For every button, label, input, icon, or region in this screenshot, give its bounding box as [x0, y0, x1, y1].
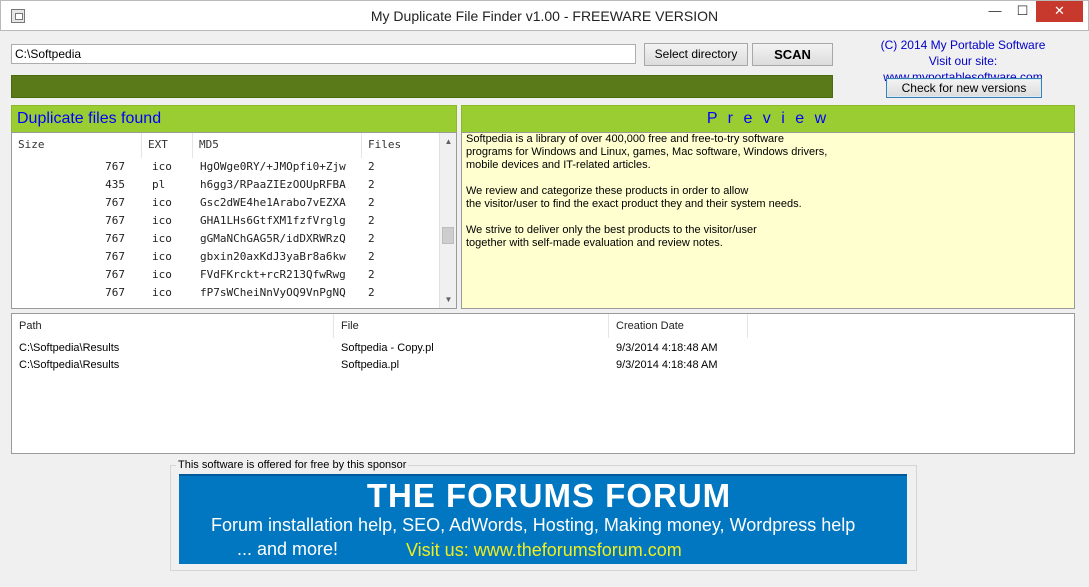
preview-line: mobile devices and IT-related articles.: [466, 159, 651, 171]
cell-md5: HgOWge0RY/+JMOpfi0+Zjw: [200, 160, 346, 173]
column-header-path[interactable]: Path: [12, 314, 334, 338]
duplicates-panel-title: Duplicate files found: [11, 105, 457, 132]
cell-size: 767: [105, 214, 125, 227]
cell-files: 2: [368, 214, 375, 227]
cell-size: 767: [105, 286, 125, 299]
duplicate-row[interactable]: 767 ico gbxin20axKdJ3yaBr8a6kw 2: [12, 248, 438, 266]
scroll-up-arrow-icon[interactable]: ▲: [440, 133, 456, 150]
cell-md5: Gsc2dWE4he1Arabo7vEZXA: [200, 196, 346, 209]
preview-line: We strive to deliver only the best produ…: [466, 224, 757, 236]
duplicates-scrollbar[interactable]: ▲ ▼: [439, 133, 456, 308]
column-header-file[interactable]: File: [334, 314, 609, 338]
preview-line: We review and categorize these products …: [466, 185, 749, 197]
cell-date: 9/3/2014 4:18:48 AM: [616, 359, 718, 371]
preview-line: [466, 172, 1070, 185]
preview-line: [466, 211, 1070, 224]
duplicates-list[interactable]: Size EXT MD5 Files 767 ico HgOWge0RY/+JM…: [11, 132, 457, 309]
preview-line: the visitor/user to find the exact produ…: [466, 198, 802, 210]
preview-line: together with self-made evaluation and r…: [466, 237, 723, 249]
cell-size: 767: [105, 196, 125, 209]
cell-md5: gbxin20axKdJ3yaBr8a6kw: [200, 250, 346, 263]
cell-path: C:\Softpedia\Results: [19, 342, 120, 354]
cell-ext: ico: [152, 214, 172, 227]
cell-files: 2: [368, 160, 375, 173]
cell-files: 2: [368, 196, 375, 209]
file-locations-list[interactable]: Path File Creation Date C:\Softpedia\Res…: [11, 313, 1075, 454]
cell-files: 2: [368, 178, 375, 191]
cell-size: 767: [105, 160, 125, 173]
minimize-button[interactable]: —: [981, 1, 1009, 22]
cell-ext: ico: [152, 286, 172, 299]
cell-ext: ico: [152, 232, 172, 245]
close-button[interactable]: ✕: [1036, 1, 1083, 22]
scan-progress-bar: [11, 75, 833, 98]
directory-input[interactable]: [11, 44, 636, 64]
column-header-creation-date[interactable]: Creation Date: [609, 314, 748, 338]
column-header-files[interactable]: Files: [362, 133, 440, 158]
cell-file: Softpedia.pl: [341, 359, 400, 371]
cell-ext: ico: [152, 250, 172, 263]
check-new-versions-button[interactable]: Check for new versions: [886, 78, 1042, 98]
cell-md5: h6gg3/RPaaZIEzOOUpRFBA: [200, 178, 346, 191]
duplicate-row[interactable]: 767 ico fP7sWCheiNnVyOQ9VnPgNQ 2: [12, 284, 438, 302]
duplicate-row[interactable]: 767 ico Gsc2dWE4he1Arabo7vEZXA 2: [12, 194, 438, 212]
scrollbar-thumb[interactable]: [442, 227, 454, 244]
duplicate-row[interactable]: 767 ico FVdFKrckt+rcR213QfwRwg 2: [12, 266, 438, 284]
banner-title: THE FORUMS FORUM: [366, 477, 732, 514]
title-bar: My Duplicate File Finder v1.00 - FREEWAR…: [0, 0, 1089, 31]
cell-path: C:\Softpedia\Results: [19, 359, 120, 371]
column-header-ext[interactable]: EXT: [142, 133, 193, 158]
banner-tagline: Forum installation help, SEO, AdWords, H…: [211, 515, 856, 535]
cell-md5: FVdFKrckt+rcR213QfwRwg: [200, 268, 346, 281]
cell-ext: ico: [152, 268, 172, 281]
cell-md5: gGMaNChGAG5R/idDXRWRzQ: [200, 232, 346, 245]
duplicate-row[interactable]: 435 pl h6gg3/RPaaZIEzOOUpRFBA 2: [12, 176, 438, 194]
cell-ext: ico: [152, 196, 172, 209]
duplicate-row[interactable]: 767 ico gGMaNChGAG5R/idDXRWRzQ 2: [12, 230, 438, 248]
cell-md5: fP7sWCheiNnVyOQ9VnPgNQ: [200, 286, 346, 299]
preview-panel-title: P r e v i e w: [461, 105, 1075, 132]
cell-ext: pl: [152, 178, 166, 191]
sponsor-legend: This software is offered for free by thi…: [176, 459, 409, 471]
column-header-size[interactable]: Size: [12, 133, 142, 158]
scroll-down-arrow-icon[interactable]: ▼: [440, 291, 456, 308]
cell-size: 767: [105, 268, 125, 281]
cell-md5: GHA1LHs6GtfXM1fzfVrglg: [200, 214, 346, 227]
window-title: My Duplicate File Finder v1.00 - FREEWAR…: [370, 8, 719, 24]
cell-files: 2: [368, 268, 375, 281]
duplicate-row[interactable]: 767 ico GHA1LHs6GtfXM1fzfVrglg 2: [12, 212, 438, 230]
cell-size: 435: [105, 178, 125, 191]
copyright-text: (C) 2014 My Portable Software: [880, 38, 1046, 52]
column-header-md5[interactable]: MD5: [193, 133, 362, 158]
cell-file: Softpedia - Copy.pl: [341, 342, 434, 354]
scan-button[interactable]: SCAN: [752, 43, 833, 66]
preview-line: Softpedia is a library of over 400,000 f…: [466, 133, 784, 145]
cell-size: 767: [105, 250, 125, 263]
file-row[interactable]: C:\Softpedia\Results Softpedia.pl 9/3/20…: [12, 358, 812, 375]
cell-files: 2: [368, 232, 375, 245]
maximize-button[interactable]: ☐: [1009, 1, 1036, 22]
banner-more: ... and more!: [237, 539, 339, 559]
duplicate-row[interactable]: 767 ico HgOWge0RY/+JMOpfi0+Zjw 2: [12, 158, 438, 176]
cell-files: 2: [368, 286, 375, 299]
banner-visit-link[interactable]: Visit us: www.theforumsforum.com: [406, 540, 682, 561]
file-row[interactable]: C:\Softpedia\Results Softpedia - Copy.pl…: [12, 341, 812, 358]
cell-size: 767: [105, 232, 125, 245]
sponsor-banner[interactable]: THE FORUMS FORUM Forum installation help…: [179, 474, 907, 564]
cell-ext: ico: [152, 160, 172, 173]
preview-pane: Softpedia is a library of over 400,000 f…: [461, 132, 1075, 309]
cell-date: 9/3/2014 4:18:48 AM: [616, 342, 718, 354]
select-directory-button[interactable]: Select directory: [644, 43, 748, 66]
cell-files: 2: [368, 250, 375, 263]
preview-line: programs for Windows and Linux, games, M…: [466, 146, 828, 158]
